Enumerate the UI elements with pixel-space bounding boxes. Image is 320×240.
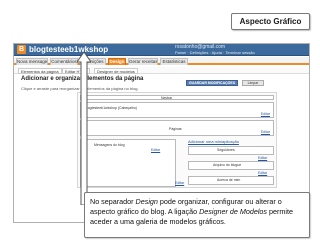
archive-edit-link[interactable]: Editar	[258, 171, 267, 175]
about-me-label: Acerca de mim	[217, 178, 241, 182]
pages-gadget[interactable]: Páginas Editar	[80, 120, 274, 136]
pointer-arrow-icon	[77, 52, 91, 205]
followers-label: Seguidores	[217, 148, 235, 152]
blogger-header: B blogtesteeb1wkshop rosatonho@gmail.com…	[14, 44, 309, 56]
navbar-gadget[interactable]: Navbar	[80, 95, 274, 100]
tab-comentarios[interactable]: Comentários	[50, 58, 78, 65]
main-tabs: Nova mensagem Comentários Definições Des…	[14, 57, 309, 65]
clear-button[interactable]: Limpar	[242, 80, 264, 86]
about-me-gadget[interactable]: Acerca de mim	[188, 176, 274, 185]
slide-title: Aspecto Gráfico	[231, 13, 310, 30]
archive-label: Arquivo do blogue	[213, 163, 242, 167]
blog-posts-edit-link[interactable]: Editar	[151, 148, 160, 152]
caption-part-1: No separador	[90, 197, 136, 206]
caption-callout: No separador Design pode organizar, conf…	[84, 192, 310, 238]
blogger-logo-icon[interactable]: B	[17, 45, 26, 54]
design-subtabs: Elementos da página Editar HTML Designer…	[14, 67, 309, 74]
archive-gadget[interactable]: Arquivo do blogue	[188, 161, 274, 170]
followers-edit-link[interactable]: Editar	[258, 156, 267, 160]
subtab-elementos-pagina[interactable]: Elementos da página	[18, 68, 62, 74]
subtab-designer-modelos[interactable]: Designer de modelos	[94, 68, 138, 74]
header-gadget-label: blogtesteeb1wkshop (Cabeçalho)	[85, 106, 137, 110]
pages-edit-link[interactable]: Editar	[261, 130, 270, 134]
header-gadget[interactable]: blogtesteeb1wkshop (Cabeçalho) Editar	[80, 102, 274, 118]
user-links[interactable]: Painel · Definições · Ajuda · Terminar s…	[175, 50, 255, 55]
page-layout-area: Navbar blogtesteeb1wkshop (Cabeçalho) Ed…	[77, 92, 277, 188]
slide: Aspecto Gráfico B blogtesteeb1wkshop ros…	[0, 0, 320, 240]
caption-design-word: Design	[135, 197, 158, 206]
pages-label: Páginas	[169, 127, 182, 131]
navbar-label: Navbar	[161, 96, 173, 100]
save-changes-button[interactable]: GUARDAR MODIFICAÇÕES	[186, 80, 238, 86]
bottom-edit-link[interactable]: Editar	[175, 181, 184, 185]
tab-estatisticas[interactable]: Estatísticas	[160, 58, 188, 65]
followers-gadget[interactable]: Seguidores	[188, 146, 274, 155]
caption-template-designer: Designer de Modelos	[199, 207, 268, 216]
add-gadget-link[interactable]: Adicionar uma miniaplicação	[188, 139, 239, 144]
blog-name[interactable]: blogtesteeb1wkshop	[29, 45, 108, 55]
tab-gerar-receitas[interactable]: Gerar receitas	[128, 58, 158, 65]
blog-posts-label: Mensagens do blog	[94, 143, 125, 147]
tab-nova-mensagem[interactable]: Nova mensagem	[16, 58, 48, 65]
header-edit-link[interactable]: Editar	[261, 112, 270, 116]
tab-design[interactable]: Design	[108, 58, 126, 65]
